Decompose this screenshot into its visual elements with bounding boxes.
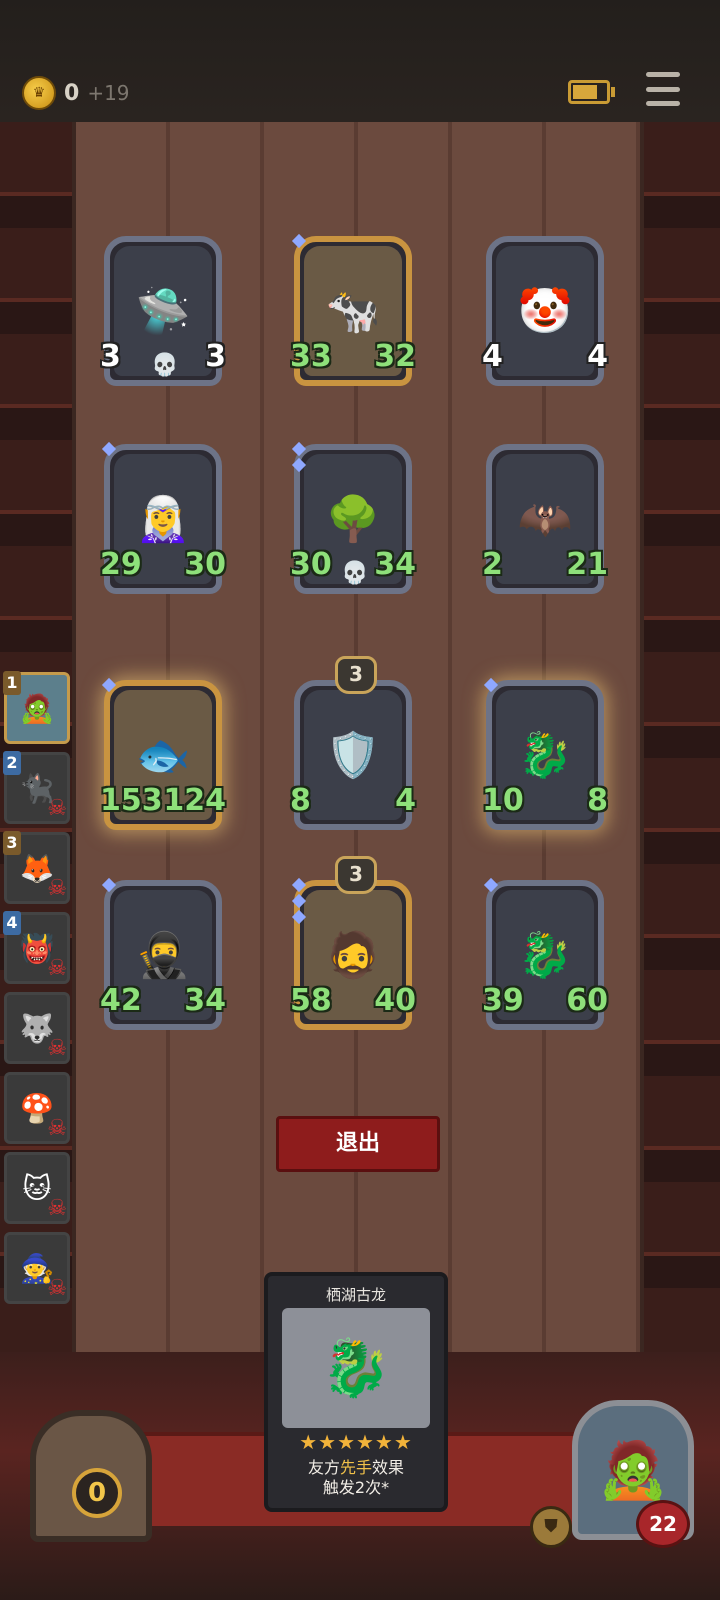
health-value: 8	[576, 783, 610, 821]
slot-number: 1	[3, 671, 21, 695]
minion-card[interactable]: 🌳 💀 30 34	[288, 441, 418, 594]
minion-card[interactable]: 🧝‍♀️ 29 30	[98, 441, 228, 594]
health-value: 34	[374, 547, 418, 585]
warband-slot[interactable]: 🦊 3 ☠	[3, 831, 70, 904]
top-bar: ♛ 0 +19	[0, 0, 720, 122]
health-value: 60	[566, 983, 610, 1021]
minion-art: 🛡️	[304, 690, 402, 820]
attack-value: 39	[480, 983, 524, 1021]
minion-card[interactable]: 🦇 2 21	[480, 444, 610, 594]
health-value: 34	[184, 983, 228, 1021]
slot-number: 2	[3, 751, 21, 775]
health-value: 3	[194, 339, 228, 377]
health-value: 4	[384, 783, 418, 821]
warband-slot[interactable]: 🐺 ☠	[4, 992, 70, 1064]
warband-slot[interactable]: 🧙 ☠	[4, 1232, 70, 1304]
health-value: 30	[184, 547, 228, 585]
warband-slot[interactable]: 🍄 ☠	[4, 1072, 70, 1144]
dead-skull-icon: ☠	[47, 1196, 67, 1221]
hamburger-menu-icon[interactable]	[646, 72, 680, 106]
tier-badge: 3	[335, 656, 377, 694]
vault-counter: 0	[72, 1468, 122, 1518]
crown-coin-icon: ♛	[22, 76, 56, 110]
attack-value: 2	[480, 547, 514, 585]
gold-income: +19	[87, 81, 130, 105]
health-value: 21	[566, 547, 610, 585]
spell-card[interactable]: 栖湖古龙 🐉 ★★★★★★ 友方先手效果 触发2次*	[264, 1272, 448, 1512]
gold-value: 0	[64, 80, 80, 106]
warband-slot[interactable]: 🐱 ☠	[4, 1152, 70, 1224]
attack-value: 33	[288, 339, 332, 377]
battery-icon	[568, 80, 615, 104]
tier-badge: 3	[335, 856, 377, 894]
dead-skull-icon: ☠	[47, 956, 67, 981]
minion-card[interactable]: 🐄 33 32	[288, 233, 418, 386]
right-bookshelf	[636, 122, 720, 1402]
armor-shield-icon: ⛊	[530, 1506, 572, 1548]
attack-value: 42	[98, 983, 142, 1021]
dead-skull-icon: ☠	[47, 1116, 67, 1141]
warband-slot[interactable]: 🐈‍⬛ 2 ☠	[3, 751, 70, 824]
attack-value: 4	[480, 339, 514, 377]
attack-value: 10	[480, 783, 524, 821]
dragon-art: 🐉	[282, 1308, 430, 1428]
dead-skull-icon: ☠	[47, 796, 67, 821]
dead-skull-icon: ☠	[47, 1036, 67, 1061]
skull-icon: 💀	[151, 353, 179, 378]
health-value: 32	[374, 339, 418, 377]
health-value: 124	[163, 783, 228, 821]
minion-card[interactable]: 🛸 💀 3 3	[98, 236, 228, 386]
attack-value: 153	[98, 783, 163, 821]
minion-card[interactable]: 🧔 3 58 40	[288, 856, 418, 1030]
attack-value: 30	[288, 547, 332, 585]
gold-counter: ♛ 0 +19	[22, 76, 130, 110]
slot-number: 4	[3, 911, 21, 935]
spell-card-title: 栖湖古龙	[325, 1286, 386, 1304]
attack-value: 29	[98, 547, 142, 585]
exit-button[interactable]: 退出	[276, 1116, 440, 1172]
treasure-vault[interactable]: 0	[30, 1410, 152, 1542]
attack-value: 3	[98, 339, 132, 377]
minion-card[interactable]: 🐉 39 60	[480, 877, 610, 1030]
dead-skull-icon: ☠	[47, 876, 67, 901]
spell-card-description: 友方先手效果 触发2次*	[307, 1458, 405, 1497]
attack-value: 58	[288, 983, 332, 1021]
minion-card[interactable]: 🤡 4 4	[480, 236, 610, 386]
dead-skull-icon: ☠	[47, 1276, 67, 1301]
health-value: 4	[576, 339, 610, 377]
minion-card[interactable]: 🥷 42 34	[98, 877, 228, 1030]
warband-slot[interactable]: 👹 4 ☠	[3, 911, 70, 984]
slot-number: 3	[3, 831, 21, 855]
skull-icon: 💀	[341, 561, 369, 586]
star-rating: ★★★★★★	[299, 1430, 413, 1454]
health-value: 40	[374, 983, 418, 1021]
minion-card[interactable]: 🐟 153 124	[98, 677, 228, 830]
minion-art: 🤡	[496, 246, 594, 376]
minion-card[interactable]: 🛡️ 3 8 4	[288, 656, 418, 830]
minion-card[interactable]: 🐉 10 8	[480, 677, 610, 830]
hero-health: 22	[636, 1500, 690, 1548]
warband-sidebar: 🧟 1 🐈‍⬛ 2 ☠ 🦊 3 ☠ 👹 4 ☠ 🐺 ☠ 🍄 ☠ 🐱 ☠ 🧙 ☠	[0, 671, 70, 1312]
attack-value: 8	[288, 783, 322, 821]
warband-slot[interactable]: 🧟 1	[3, 671, 70, 744]
